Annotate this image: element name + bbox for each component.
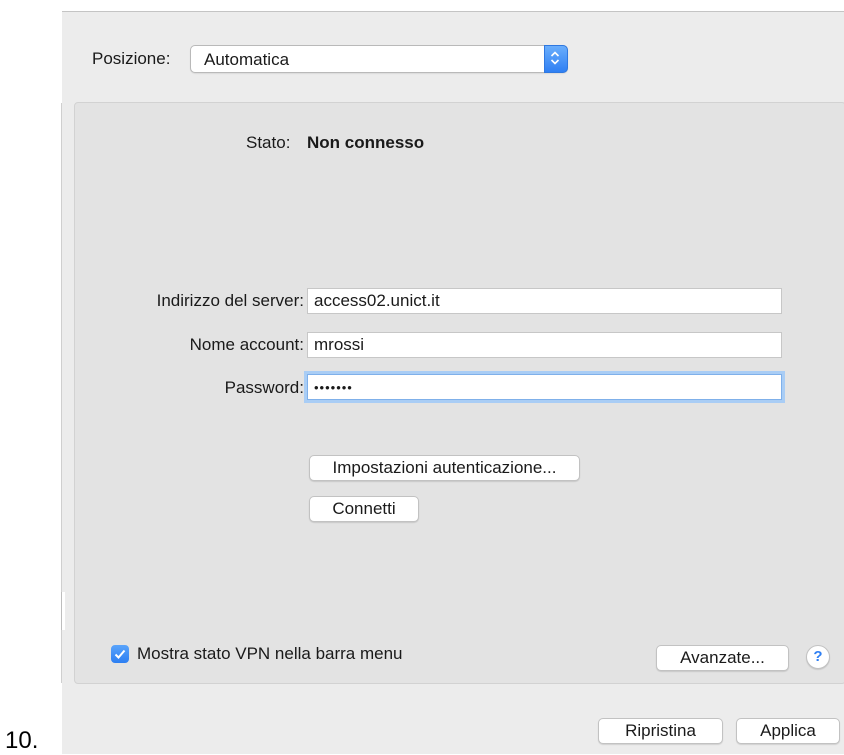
- chevron-up-down-icon[interactable]: [544, 45, 568, 73]
- location-value: Automatica: [204, 50, 290, 69]
- account-name-label: Nome account:: [189, 335, 304, 354]
- password-dots: •••••••: [314, 380, 353, 395]
- apply-button[interactable]: Applica: [736, 718, 840, 744]
- account-name-field[interactable]: mrossi: [307, 332, 782, 358]
- location-select[interactable]: Automatica: [190, 45, 568, 73]
- sidebar-edge: [61, 592, 65, 630]
- status-label: Stato:: [246, 133, 291, 152]
- auth-settings-button[interactable]: Impostazioni autenticazione...: [309, 455, 580, 481]
- status-value: Non connesso: [307, 133, 425, 152]
- step-number: 10.: [5, 727, 39, 754]
- server-address-label: Indirizzo del server:: [156, 291, 304, 310]
- password-field[interactable]: •••••••: [307, 374, 782, 400]
- show-vpn-status-label: Mostra stato VPN nella barra menu: [137, 644, 403, 663]
- password-label: Password:: [224, 378, 304, 397]
- revert-button[interactable]: Ripristina: [598, 718, 723, 744]
- advanced-button[interactable]: Avanzate...: [656, 645, 789, 671]
- show-vpn-status-checkbox[interactable]: [111, 645, 129, 663]
- location-label: Posizione:: [92, 49, 171, 68]
- connect-button[interactable]: Connetti: [309, 496, 419, 522]
- checkmark-icon: [114, 649, 126, 659]
- server-address-field[interactable]: access02.unict.it: [307, 288, 782, 314]
- help-icon[interactable]: ?: [806, 645, 830, 669]
